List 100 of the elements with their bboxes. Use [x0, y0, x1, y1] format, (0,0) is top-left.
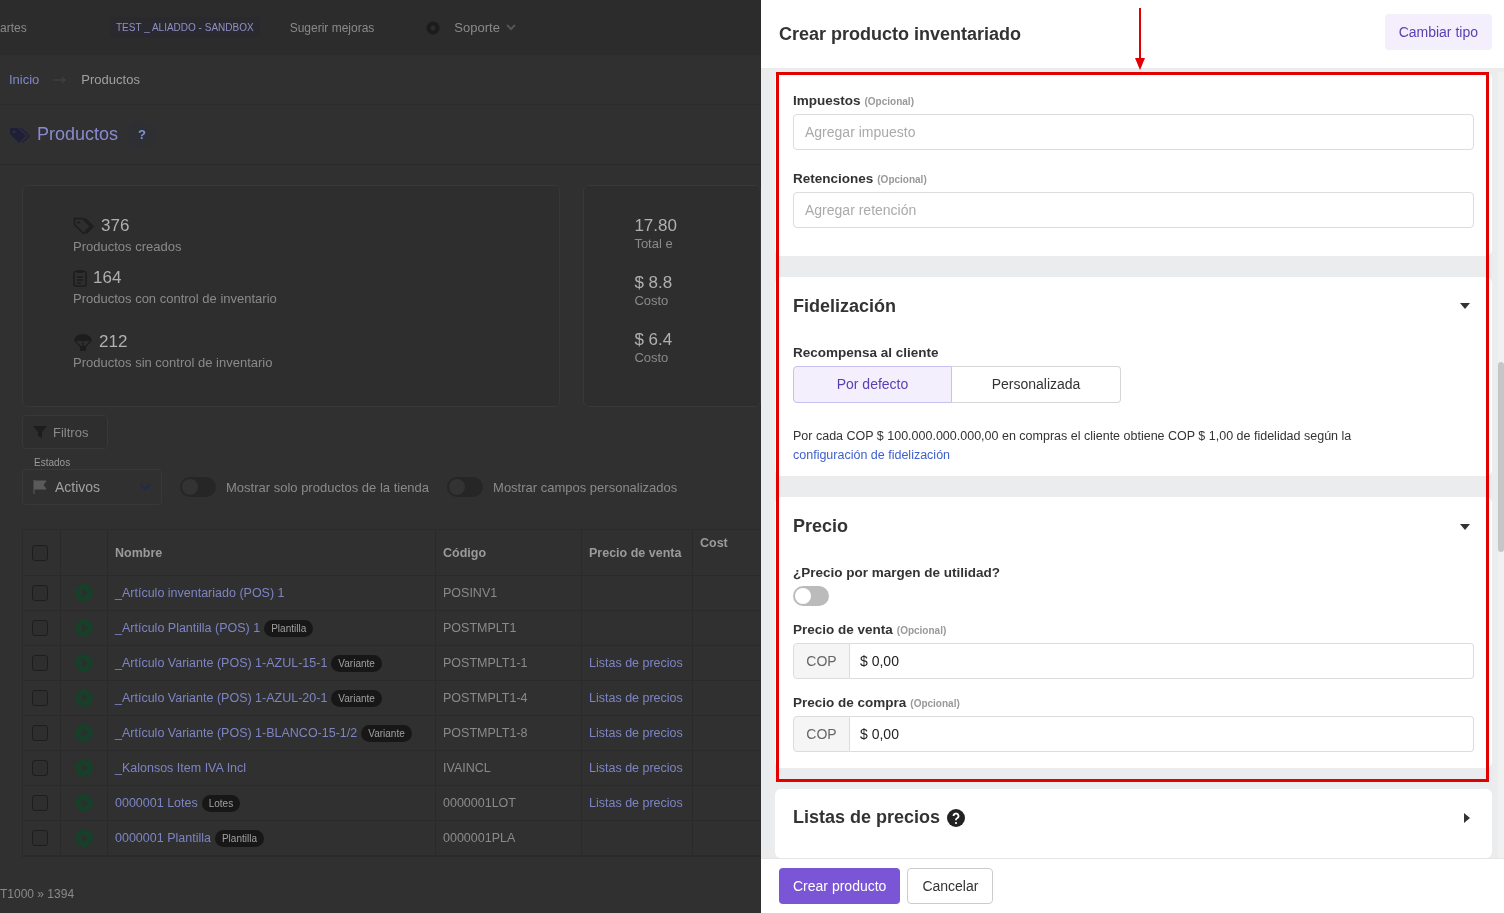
help-circle-icon: [947, 808, 966, 827]
currency-addon: COP: [793, 643, 850, 680]
product-link[interactable]: _Artículo Variante (POS) 1-AZUL-15-1: [115, 656, 328, 670]
filters-button[interactable]: Filtros: [22, 415, 108, 449]
chevron-down-icon: [139, 483, 151, 491]
play-circle-icon: [75, 619, 93, 637]
input-field[interactable]: Agregar impuesto: [793, 114, 1474, 150]
stat-label: Productos con control de inventario: [73, 291, 278, 306]
scrollbar[interactable]: [1498, 72, 1504, 858]
drawer-title: Crear producto inventariado: [779, 23, 1022, 45]
price-list-link[interactable]: Listas de precios: [589, 796, 683, 810]
change-type-button[interactable]: Cambiar tipo: [1384, 14, 1492, 50]
table-cell: POSTMPLT1: [436, 611, 582, 645]
optional-hint: (Opcional): [896, 625, 947, 637]
settings-link[interactable]: configuración de fidelización: [793, 447, 951, 462]
create-button[interactable]: Crear producto: [779, 868, 901, 904]
stat-label: Productos sin control de inventario: [73, 355, 274, 370]
table-cell: 0000001LOT: [436, 786, 582, 820]
column-header[interactable]: Código: [436, 530, 582, 575]
table-cell: POSTMPLT1-4: [436, 681, 582, 715]
loyalty-description: Por cada COP $ 100.000.000.000,00 en compras el cliente obtiene COP $ 1,00 de fidelidad según la configuración de fidelización: [793, 427, 1353, 464]
product-link[interactable]: 0000001 Plantilla: [115, 831, 211, 845]
product-link[interactable]: _Artículo Variante (POS) 1-BLANCO-15-1/2: [115, 726, 358, 740]
field-label: Precio de compra: [793, 695, 907, 711]
product-link[interactable]: _Artículo Variante (POS) 1-AZUL-20-1: [115, 691, 328, 705]
product-type-tag: Variante: [361, 724, 412, 742]
play-circle-icon: [75, 794, 93, 812]
stat-value: 164: [93, 268, 122, 288]
field-label: Precio de venta: [793, 622, 893, 638]
total-value: $ 8.8: [634, 273, 674, 293]
segment-option[interactable]: Por defecto: [793, 365, 952, 403]
play-circle-icon: [75, 759, 93, 777]
topbar-link[interactable]: Sugerir mejoras: [289, 20, 375, 35]
support-menu[interactable]: Soporte: [448, 19, 522, 36]
product-type-tag: Plantilla: [264, 619, 314, 637]
total-value: $ 6.4: [634, 330, 674, 350]
table-cell: POSTMPLT1-8: [436, 716, 582, 750]
product-link[interactable]: _Artículo inventariado (POS) 1: [115, 586, 285, 600]
section-title: Precio: [793, 516, 849, 538]
field-label: Estados: [33, 457, 72, 469]
product-type-tag: Variante: [331, 654, 382, 672]
optional-hint: (Opcional): [877, 174, 927, 185]
total-label: Costo: [634, 350, 670, 365]
field-label: Impuestos: [793, 93, 861, 108]
price-input[interactable]: $ 0,00: [850, 716, 1474, 753]
product-link[interactable]: 0000001 Lotes: [115, 796, 198, 810]
chevron-down-icon: [505, 24, 516, 31]
input-field[interactable]: Agregar retención: [793, 192, 1474, 228]
toggle-label: Mostrar solo productos de la tienda: [226, 479, 430, 495]
caret-down-icon: [1460, 523, 1470, 530]
table-cell: IVAINCL: [436, 751, 582, 785]
column-header[interactable]: Precio de venta: [582, 530, 693, 575]
breadcrumb-item: Productos: [81, 72, 140, 87]
total-value: 17.80: [634, 216, 678, 236]
product-link[interactable]: _Artículo Plantilla (POS) 1: [115, 621, 261, 635]
optional-hint: (Opcional): [910, 698, 960, 710]
pagination-info: T1000 » 1394: [0, 886, 76, 903]
caret-down-icon: [1460, 303, 1470, 310]
product-type-tag: Variante: [331, 689, 382, 707]
total-label: Costo: [634, 293, 670, 308]
table-cell: 0000001PLA: [436, 821, 582, 855]
price-list-link[interactable]: Listas de precios: [589, 691, 683, 705]
column-header[interactable]: Nombre: [108, 530, 436, 575]
price-list-link[interactable]: Listas de precios: [589, 761, 683, 775]
status-select[interactable]: Activos: [22, 469, 162, 505]
stat-value: 212: [99, 332, 128, 352]
play-circle-icon: [75, 584, 93, 602]
page-title: Productos: [37, 124, 119, 145]
product-type-tag: Lotes: [201, 794, 241, 812]
product-link[interactable]: _Kalonsos Item IVA Incl: [115, 761, 247, 775]
total-label: Total e: [634, 236, 674, 251]
breadcrumb-item[interactable]: Inicio: [9, 72, 40, 87]
currency-addon: COP: [793, 716, 850, 753]
topbar-link[interactable]: artes: [0, 20, 110, 35]
section-title: Fidelización: [793, 295, 897, 317]
product-type-tag: Plantilla: [214, 829, 264, 847]
annotation-arrow: [1134, 8, 1146, 70]
flag-icon: [33, 480, 47, 494]
segment-option[interactable]: Personalizada: [952, 365, 1121, 403]
play-circle-icon: [75, 689, 93, 707]
toggle-label: Mostrar campos personalizados: [493, 479, 678, 495]
field-label: Recompensa al cliente: [793, 344, 939, 360]
field-label: ¿Precio por margen de utilidad?: [793, 565, 1001, 581]
price-list-link[interactable]: Listas de precios: [589, 726, 683, 740]
toggle-switch[interactable]: [793, 586, 829, 607]
column-header[interactable]: Cost: [693, 530, 761, 575]
stat-value: 376: [101, 216, 130, 236]
table-cell: POSTMPLT1-1: [436, 646, 582, 680]
price-input[interactable]: $ 0,00: [850, 643, 1474, 680]
field-label: Retenciones: [793, 171, 874, 186]
cancel-button[interactable]: Cancelar: [907, 868, 994, 904]
caret-right-icon: [1464, 812, 1470, 823]
play-circle-icon: [75, 654, 93, 672]
price-list-link[interactable]: Listas de precios: [589, 656, 683, 670]
play-circle-icon: [75, 724, 93, 742]
table-cell: POSINV1: [436, 576, 582, 610]
stat-label: Productos creados: [73, 239, 183, 254]
section-title: Listas de precios: [793, 807, 941, 829]
play-circle-icon: [75, 829, 93, 847]
optional-hint: (Opcional): [864, 96, 914, 107]
